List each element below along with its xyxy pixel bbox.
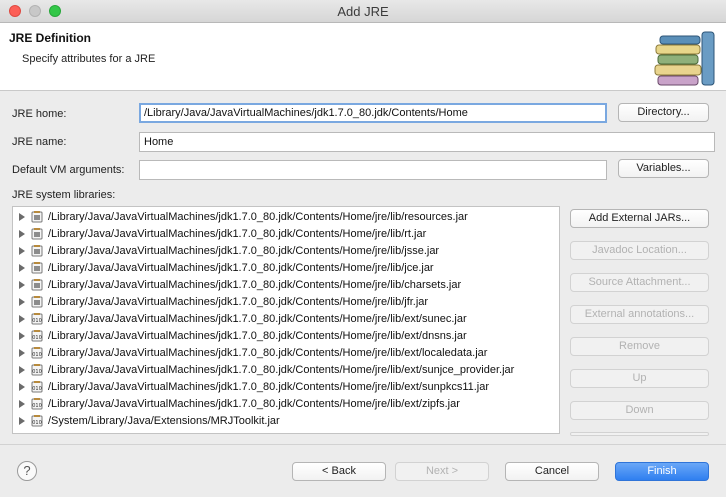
expand-arrow-icon[interactable] (19, 400, 25, 408)
library-path: /Library/Java/JavaVirtualMachines/jdk1.7… (48, 313, 467, 325)
help-icon[interactable]: ? (17, 461, 37, 481)
binary-jar-icon: 010 (31, 330, 43, 342)
jar-icon (31, 279, 43, 291)
binary-jar-icon: 010 (31, 381, 43, 393)
next-button[interactable]: Next > (395, 462, 489, 481)
directory-button[interactable]: Directory... (618, 103, 709, 122)
external-annotations-button[interactable]: External annotations... (570, 305, 709, 324)
expand-arrow-icon[interactable] (19, 230, 25, 238)
jre-name-input[interactable]: Home (139, 132, 715, 152)
cancel-button[interactable]: Cancel (505, 462, 599, 481)
svg-text:010: 010 (32, 335, 42, 341)
library-path: /Library/Java/JavaVirtualMachines/jdk1.7… (48, 347, 488, 359)
expand-arrow-icon[interactable] (19, 366, 25, 374)
system-libraries-list[interactable]: /Library/Java/JavaVirtualMachines/jdk1.7… (12, 206, 560, 434)
window-title: Add JRE (337, 4, 389, 19)
jre-home-input[interactable]: /Library/Java/JavaVirtualMachines/jdk1.7… (139, 103, 607, 123)
dialog-header: JRE Definition Specify attributes for a … (0, 23, 726, 91)
library-row[interactable]: 010/Library/Java/JavaVirtualMachines/jdk… (13, 345, 559, 362)
svg-text:010: 010 (32, 403, 42, 409)
binary-jar-icon: 010 (31, 364, 43, 376)
expand-arrow-icon[interactable] (19, 315, 25, 323)
library-path: /Library/Java/JavaVirtualMachines/jdk1.7… (48, 398, 460, 410)
jar-icon (31, 228, 43, 240)
library-row[interactable]: 010/System/Library/Java/Extensions/MRJTo… (13, 413, 559, 430)
binary-jar-icon: 010 (31, 398, 43, 410)
jre-home-label: JRE home: (12, 108, 67, 120)
library-row[interactable]: /Library/Java/JavaVirtualMachines/jdk1.7… (13, 226, 559, 243)
library-path: /Library/Java/JavaVirtualMachines/jdk1.7… (48, 364, 515, 376)
remove-button[interactable]: Remove (570, 337, 709, 356)
svg-text:010: 010 (32, 318, 42, 324)
library-row[interactable]: 010/Library/Java/JavaVirtualMachines/jdk… (13, 396, 559, 413)
library-row[interactable]: /Library/Java/JavaVirtualMachines/jdk1.7… (13, 277, 559, 294)
expand-arrow-icon[interactable] (19, 281, 25, 289)
svg-text:010: 010 (32, 352, 42, 358)
vm-args-label: Default VM arguments: (12, 164, 125, 176)
library-books-icon (654, 31, 715, 86)
library-row[interactable]: /Library/Java/JavaVirtualMachines/jdk1.7… (13, 260, 559, 277)
down-button[interactable]: Down (570, 401, 709, 420)
svg-text:010: 010 (32, 369, 42, 375)
library-row[interactable]: 010/Library/Java/JavaVirtualMachines/jdk… (13, 311, 559, 328)
expand-arrow-icon[interactable] (19, 298, 25, 306)
title-bar: Add JRE (0, 0, 726, 23)
libraries-label: JRE system libraries: (12, 189, 116, 201)
library-row[interactable]: 010/Library/Java/JavaVirtualMachines/jdk… (13, 379, 559, 396)
header-title: JRE Definition (9, 31, 92, 45)
expand-arrow-icon[interactable] (19, 264, 25, 272)
expand-arrow-icon[interactable] (19, 247, 25, 255)
library-row[interactable]: /Library/Java/JavaVirtualMachines/jdk1.7… (13, 209, 559, 226)
expand-arrow-icon[interactable] (19, 332, 25, 340)
expand-arrow-icon[interactable] (19, 349, 25, 357)
library-row[interactable]: 010/Library/Java/JavaVirtualMachines/jdk… (13, 362, 559, 379)
restore-default-button-partial[interactable] (570, 432, 709, 436)
library-row[interactable]: /Library/Java/JavaVirtualMachines/jdk1.7… (13, 243, 559, 260)
jar-icon (31, 211, 43, 223)
vm-args-input[interactable] (139, 160, 607, 180)
binary-jar-icon: 010 (31, 313, 43, 325)
library-path: /Library/Java/JavaVirtualMachines/jdk1.7… (48, 245, 440, 257)
library-path: /Library/Java/JavaVirtualMachines/jdk1.7… (48, 211, 468, 223)
javadoc-location-button[interactable]: Javadoc Location... (570, 241, 709, 260)
svg-text:010: 010 (32, 420, 42, 426)
binary-jar-icon: 010 (31, 415, 43, 427)
jar-icon (31, 245, 43, 257)
header-subtitle: Specify attributes for a JRE (22, 53, 156, 65)
expand-arrow-icon[interactable] (19, 417, 25, 425)
library-row[interactable]: 010/Library/Java/JavaVirtualMachines/jdk… (13, 328, 559, 345)
jar-icon (31, 262, 43, 274)
source-attachment-button[interactable]: Source Attachment... (570, 273, 709, 292)
library-path: /Library/Java/JavaVirtualMachines/jdk1.7… (48, 296, 429, 308)
jre-name-label: JRE name: (12, 136, 67, 148)
library-path: /Library/Java/JavaVirtualMachines/jdk1.7… (48, 228, 427, 240)
binary-jar-icon: 010 (31, 347, 43, 359)
expand-arrow-icon[interactable] (19, 383, 25, 391)
library-path: /Library/Java/JavaVirtualMachines/jdk1.7… (48, 262, 434, 274)
svg-text:010: 010 (32, 386, 42, 392)
library-path: /Library/Java/JavaVirtualMachines/jdk1.7… (48, 279, 462, 291)
add-external-jars-button[interactable]: Add External JARs... (570, 209, 709, 228)
expand-arrow-icon[interactable] (19, 213, 25, 221)
footer-divider (0, 444, 726, 445)
library-path: /Library/Java/JavaVirtualMachines/jdk1.7… (48, 330, 467, 342)
jar-icon (31, 296, 43, 308)
variables-button[interactable]: Variables... (618, 159, 709, 178)
finish-button[interactable]: Finish (615, 462, 709, 481)
library-row[interactable]: /Library/Java/JavaVirtualMachines/jdk1.7… (13, 294, 559, 311)
up-button[interactable]: Up (570, 369, 709, 388)
back-button[interactable]: < Back (292, 462, 386, 481)
library-path: /Library/Java/JavaVirtualMachines/jdk1.7… (48, 381, 490, 393)
library-path: /System/Library/Java/Extensions/MRJToolk… (48, 415, 280, 427)
